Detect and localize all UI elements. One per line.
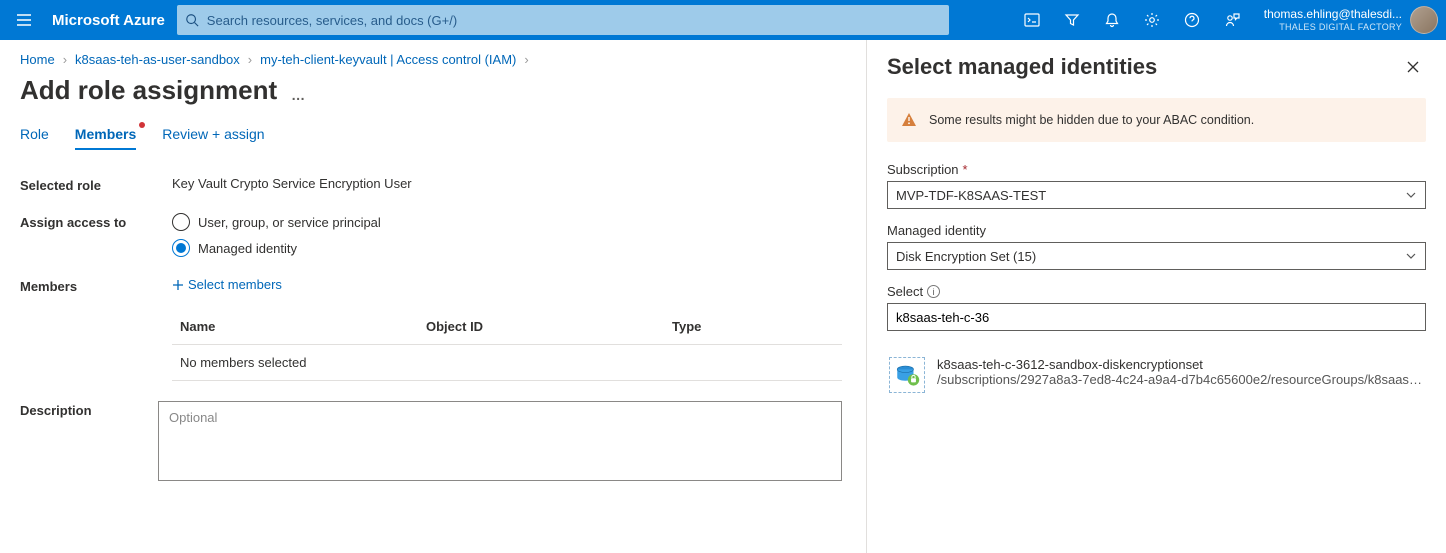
menu-toggle[interactable] bbox=[0, 0, 48, 40]
top-bar: Microsoft Azure thomas.ehling@thalesdi..… bbox=[0, 0, 1446, 40]
help-icon bbox=[1184, 12, 1200, 28]
radio-icon bbox=[172, 213, 190, 231]
required-asterisk: * bbox=[963, 162, 968, 177]
chevron-down-icon bbox=[1405, 189, 1417, 201]
avatar bbox=[1410, 6, 1438, 34]
result-name: k8saas-teh-c-3612-sandbox-diskencryption… bbox=[937, 357, 1424, 372]
warning-icon bbox=[901, 112, 917, 128]
radio-managed-identity[interactable]: Managed identity bbox=[172, 239, 842, 257]
managed-identity-label: Managed identity bbox=[887, 223, 986, 238]
radio-user-label: User, group, or service principal bbox=[198, 215, 381, 230]
selected-role-label: Selected role bbox=[20, 176, 172, 193]
feedback-button[interactable] bbox=[1212, 0, 1252, 40]
breadcrumb-home[interactable]: Home bbox=[20, 52, 55, 67]
plus-icon bbox=[172, 279, 184, 291]
radio-user-group-sp[interactable]: User, group, or service principal bbox=[172, 213, 842, 231]
breadcrumb-resource-group[interactable]: k8saas-teh-as-user-sandbox bbox=[75, 52, 240, 67]
chevron-right-icon: › bbox=[524, 52, 528, 67]
settings-button[interactable] bbox=[1132, 0, 1172, 40]
hamburger-icon bbox=[16, 13, 32, 27]
result-subtext: /subscriptions/2927a8a3-7ed8-4c24-a9a4-d… bbox=[937, 372, 1424, 387]
managed-identity-select[interactable]: Disk Encryption Set (15) bbox=[887, 242, 1426, 270]
side-panel: Select managed identities Some results m… bbox=[866, 40, 1446, 553]
selected-role-value: Key Vault Crypto Service Encryption User bbox=[172, 176, 842, 191]
page-title-row: Add role assignment … bbox=[20, 75, 842, 106]
global-search[interactable] bbox=[177, 5, 949, 35]
page-title: Add role assignment bbox=[20, 75, 277, 106]
description-label: Description bbox=[20, 401, 158, 418]
tab-role[interactable]: Role bbox=[20, 126, 49, 150]
account-menu[interactable]: thomas.ehling@thalesdi... THALES DIGITAL… bbox=[1252, 0, 1446, 40]
radio-icon bbox=[172, 239, 190, 257]
assign-access-label: Assign access to bbox=[20, 213, 172, 230]
warning-banner: Some results might be hidden due to your… bbox=[887, 98, 1426, 142]
subscription-value: MVP-TDF-K8SAAS-TEST bbox=[896, 188, 1046, 203]
select-members-label: Select members bbox=[188, 277, 282, 292]
managed-identity-value: Disk Encryption Set (15) bbox=[896, 249, 1036, 264]
bell-icon bbox=[1104, 12, 1120, 28]
brand[interactable]: Microsoft Azure bbox=[48, 12, 177, 29]
chevron-right-icon: › bbox=[248, 52, 252, 67]
breadcrumb: Home › k8saas-teh-as-user-sandbox › my-t… bbox=[20, 52, 842, 67]
tab-members-label: Members bbox=[75, 126, 136, 142]
subscription-label: Subscription bbox=[887, 162, 959, 177]
chevron-right-icon: › bbox=[63, 52, 67, 67]
col-type: Type bbox=[672, 319, 834, 334]
search-icon bbox=[185, 13, 199, 27]
help-button[interactable] bbox=[1172, 0, 1212, 40]
gear-icon bbox=[1144, 12, 1160, 28]
members-header-row: Name Object ID Type bbox=[172, 309, 842, 345]
members-table: Name Object ID Type No members selected bbox=[172, 308, 842, 381]
account-org: THALES DIGITAL FACTORY bbox=[1279, 22, 1402, 33]
account-email: thomas.ehling@thalesdi... bbox=[1264, 7, 1402, 21]
col-name: Name bbox=[180, 319, 426, 334]
select-members-link[interactable]: Select members bbox=[172, 277, 842, 292]
members-label: Members bbox=[20, 277, 172, 294]
filter-icon bbox=[1064, 12, 1080, 28]
subscription-select[interactable]: MVP-TDF-K8SAAS-TEST bbox=[887, 181, 1426, 209]
disk-encryption-set-icon bbox=[889, 357, 925, 393]
filter-button[interactable] bbox=[1052, 0, 1092, 40]
person-feedback-icon bbox=[1224, 12, 1240, 28]
description-input[interactable] bbox=[158, 401, 842, 481]
panel-title: Select managed identities bbox=[887, 54, 1157, 80]
tabs: Role Members Review + assign bbox=[20, 126, 842, 150]
select-input[interactable] bbox=[887, 303, 1426, 331]
tab-members[interactable]: Members bbox=[75, 126, 136, 150]
col-object-id: Object ID bbox=[426, 319, 672, 334]
select-label: Select bbox=[887, 284, 923, 299]
cloud-shell-icon bbox=[1024, 13, 1040, 27]
warning-text: Some results might be hidden due to your… bbox=[929, 113, 1254, 127]
tab-review[interactable]: Review + assign bbox=[162, 126, 264, 150]
close-button[interactable] bbox=[1400, 54, 1426, 80]
members-empty-row: No members selected bbox=[172, 345, 842, 381]
tab-indicator-dot bbox=[139, 122, 145, 128]
search-result-item[interactable]: k8saas-teh-c-3612-sandbox-diskencryption… bbox=[887, 349, 1426, 401]
more-button[interactable]: … bbox=[291, 87, 307, 103]
main-content: Home › k8saas-teh-as-user-sandbox › my-t… bbox=[0, 40, 866, 553]
close-icon bbox=[1406, 60, 1420, 74]
cloud-shell-button[interactable] bbox=[1012, 0, 1052, 40]
top-icon-bar bbox=[1012, 0, 1252, 40]
radio-mi-label: Managed identity bbox=[198, 241, 297, 256]
account-text: thomas.ehling@thalesdi... THALES DIGITAL… bbox=[1264, 7, 1402, 32]
notifications-button[interactable] bbox=[1092, 0, 1132, 40]
global-search-input[interactable] bbox=[205, 12, 941, 29]
info-icon[interactable]: i bbox=[927, 285, 940, 298]
breadcrumb-resource[interactable]: my-teh-client-keyvault | Access control … bbox=[260, 52, 516, 67]
chevron-down-icon bbox=[1405, 250, 1417, 262]
